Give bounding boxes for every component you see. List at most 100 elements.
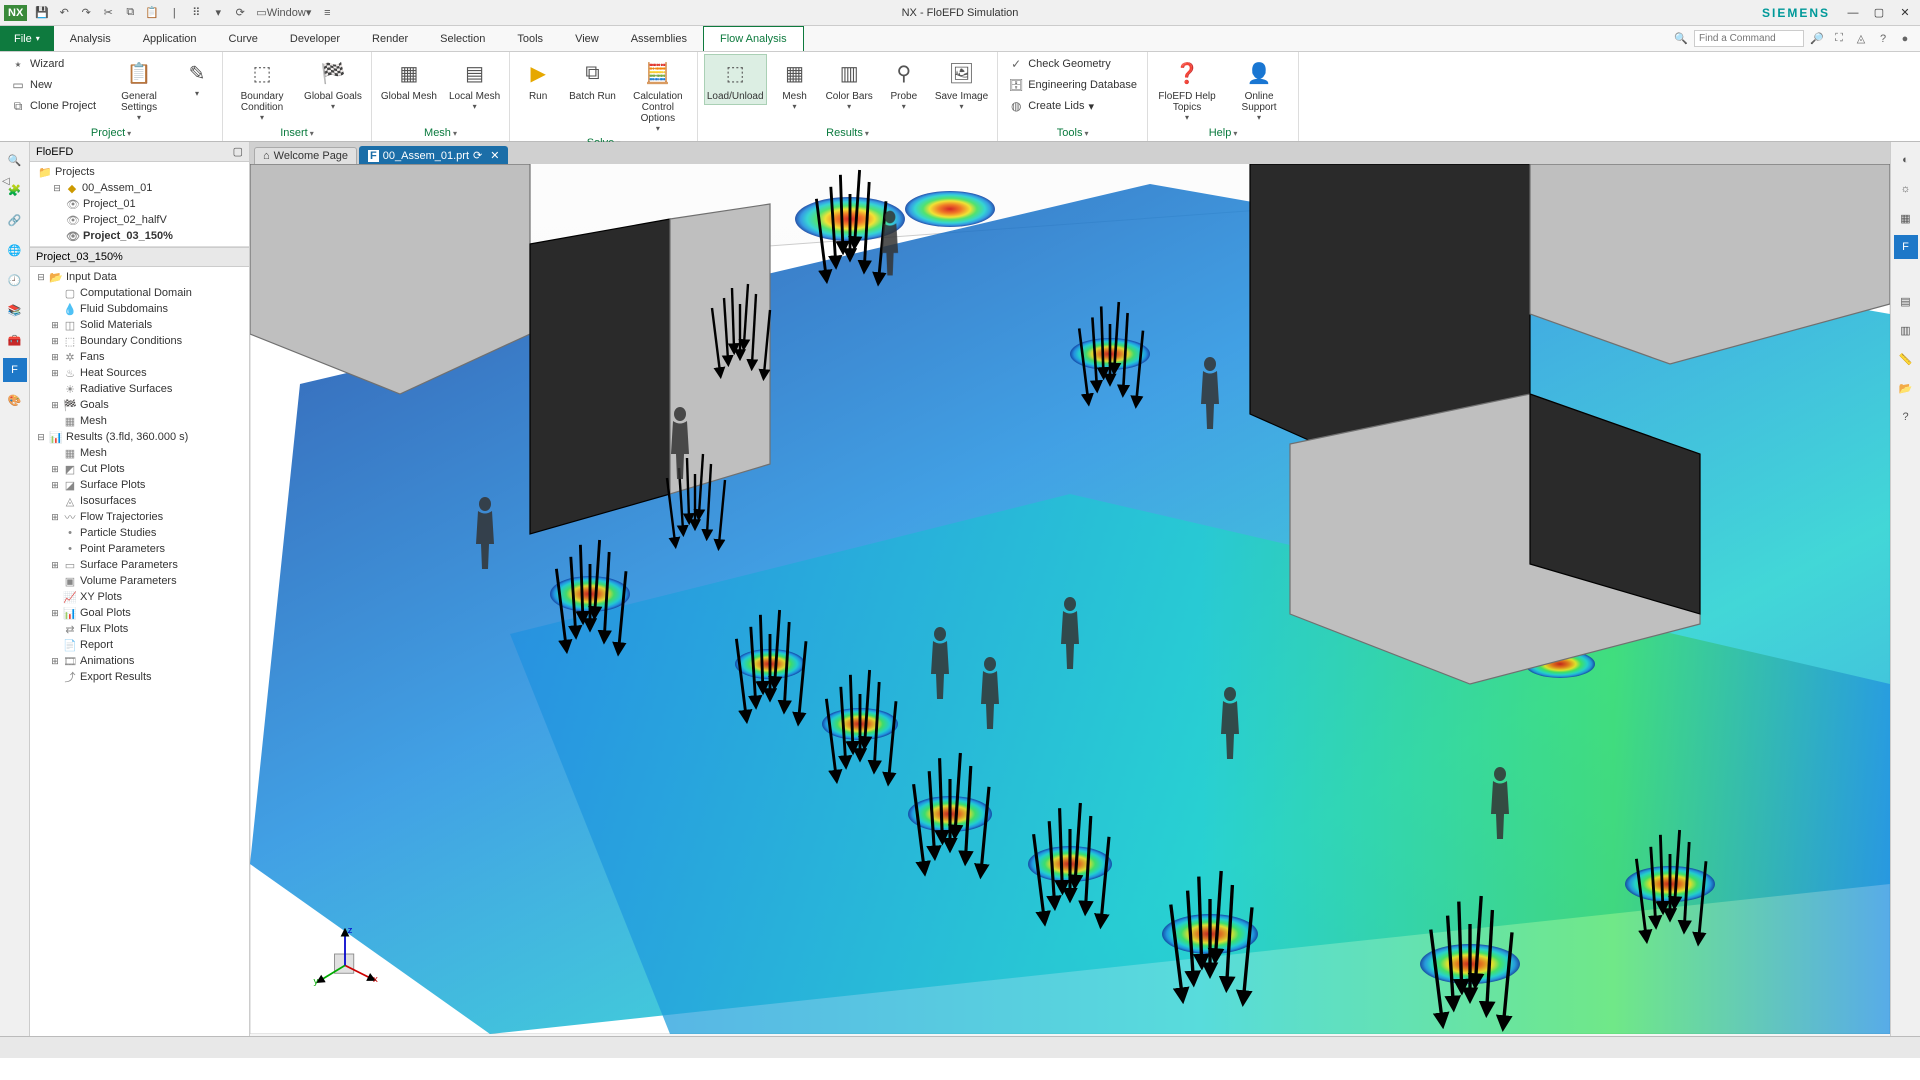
input-item[interactable]: ⊞✲Fans [48,349,247,365]
input-item[interactable]: ▦Mesh [48,413,247,429]
result-item[interactable]: ⊞📊Goal Plots [48,605,247,621]
batch-run-button[interactable]: ⧉Batch Run [566,54,619,105]
result-item[interactable]: •Particle Studies [48,525,247,541]
project-node-2[interactable]: 👁Project_02_halfV [64,212,245,228]
finder-icon[interactable]: 🔍 [3,148,27,172]
lighting-icon[interactable]: ☼ [1894,177,1918,201]
redo-icon[interactable]: ↷ [76,3,96,23]
result-item[interactable]: ⊞▭Surface Parameters [48,557,247,573]
general-settings-button[interactable]: 📋 General Settings▾ [106,54,172,125]
legend-icon[interactable]: ▤ [1894,289,1918,313]
input-item[interactable]: 💧Fluid Subdomains [48,301,247,317]
help-dropdown-icon[interactable]: ◬ [1852,30,1870,48]
result-item[interactable]: ⊞◩Cut Plots [48,461,247,477]
status-dot-icon[interactable]: ● [1896,30,1914,48]
minimize-icon[interactable]: — [1842,2,1864,24]
history-icon[interactable]: 🕘 [3,268,27,292]
paste-icon[interactable]: 📋 [142,3,162,23]
result-item[interactable]: ◬Isosurfaces [48,493,247,509]
pin-icon[interactable]: ▢ [233,145,243,158]
cut-icon[interactable]: ✂ [98,3,118,23]
tab-close-icon[interactable]: ✕ [490,149,499,162]
menu-flow-analysis[interactable]: Flow Analysis [703,26,804,51]
tab-welcome[interactable]: ⌂Welcome Page [254,147,357,164]
view-triad[interactable]: x y z [310,926,380,996]
close-icon[interactable]: ✕ [1894,2,1916,24]
result-item[interactable]: ⤴Export Results [48,669,247,685]
result-item[interactable]: ⊞◪Surface Plots [48,477,247,493]
input-item[interactable]: ⊞◫Solid Materials [48,317,247,333]
projects-root[interactable]: 📁Projects [36,164,245,180]
result-item[interactable]: ⊞〰Flow Trajectories [48,509,247,525]
input-item[interactable]: ⊞♨Heat Sources [48,365,247,381]
resource-bar-toggle-icon[interactable]: ◁ [2,176,10,187]
result-item[interactable]: •Point Parameters [48,541,247,557]
input-item[interactable]: ⊞🏁Goals [48,397,247,413]
open-folder-icon[interactable]: 📂 [1894,376,1918,400]
menu-application[interactable]: Application [127,26,213,51]
menu-file[interactable]: File ▾ [0,26,54,51]
run-button[interactable]: ▶Run [516,54,560,105]
copy-icon[interactable]: ⧉ [120,3,140,23]
global-mesh-button[interactable]: ▦Global Mesh [378,54,440,105]
eng-database-button[interactable]: 🗄Engineering Database [1004,75,1141,95]
assembly-node[interactable]: ⊟◆00_Assem_01 [50,180,245,196]
fullscreen-icon[interactable]: ⛶ [1830,30,1848,48]
reuse-icon[interactable]: 📚 [3,298,27,322]
tab-pin-icon[interactable]: ⟳ [473,149,482,162]
result-item[interactable]: 📈XY Plots [48,589,247,605]
repeat-icon[interactable]: ⟳ [230,3,250,23]
window-dropdown[interactable]: ▭ Window ▾ [252,3,315,23]
project-node-1[interactable]: 👁Project_01 [64,196,245,212]
menu-tools[interactable]: Tools [501,26,559,51]
touch-mode-icon[interactable]: ⠿ [186,3,206,23]
constraint-icon[interactable]: 🔗 [3,208,27,232]
menu-developer[interactable]: Developer [274,26,356,51]
context-help-icon[interactable]: ? [1894,405,1918,429]
help-icon[interactable]: ? [1874,30,1892,48]
command-search-input[interactable] [1694,30,1804,47]
result-item[interactable]: 📄Report [48,637,247,653]
new-button[interactable]: ▭New [6,75,100,95]
palette-icon[interactable]: 🎨 [3,388,27,412]
menu-selection[interactable]: Selection [424,26,501,51]
roles-icon[interactable]: 🧰 [3,328,27,352]
save-icon[interactable]: 💾 [32,3,52,23]
clone-project-button[interactable]: ⧉Clone Project [6,96,100,116]
input-data-node[interactable]: ⊟📂Input Data [34,269,247,285]
section-icon[interactable]: ▦ [1894,206,1918,230]
floefd-panel-icon[interactable]: F [3,358,27,382]
result-item[interactable]: ▦Mesh [48,445,247,461]
part-navigator-icon[interactable]: 🌐 [3,238,27,262]
result-item[interactable]: ▣Volume Parameters [48,573,247,589]
search-go-icon[interactable]: 🔎 [1808,30,1826,48]
input-item[interactable]: ☀Radiative Surfaces [48,381,247,397]
tab-active-doc[interactable]: F00_Assem_01.prt⟳✕ [359,146,508,164]
probe-button[interactable]: ⚲Probe▾ [882,54,926,114]
results-mesh-button[interactable]: ▦Mesh▾ [773,54,817,114]
local-mesh-button[interactable]: ▤Local Mesh▾ [446,54,503,114]
menu-render[interactable]: Render [356,26,424,51]
menu-curve[interactable]: Curve [213,26,274,51]
3d-viewport[interactable]: x y z [250,164,1890,1036]
result-item[interactable]: ⊞🎞Animations [48,653,247,669]
menu-assemblies[interactable]: Assemblies [615,26,703,51]
floefd-view-icon[interactable]: F [1894,235,1918,259]
input-item[interactable]: ⊞⬚Boundary Conditions [48,333,247,349]
save-image-button[interactable]: 🖼Save Image▾ [932,54,991,114]
undo-icon[interactable]: ↶ [54,3,74,23]
restore-icon[interactable]: ▢ [1868,2,1890,24]
boundary-condition-button[interactable]: ⬚ Boundary Condition▾ [229,54,295,125]
qat-overflow-icon[interactable]: ≡ [317,3,337,23]
calc-options-button[interactable]: 🧮Calculation Control Options▾ [625,54,691,136]
help-topics-button[interactable]: ❓FloEFD Help Topics▾ [1154,54,1220,125]
create-lids-button[interactable]: ◍Create Lids ▾ [1004,96,1141,116]
display-mode-icon[interactable]: ◐ [1894,148,1918,172]
global-goals-button[interactable]: 🏁 Global Goals▾ [301,54,365,114]
result-item[interactable]: ⇄Flux Plots [48,621,247,637]
project-overflow[interactable]: ✎▾ [178,54,216,101]
online-support-button[interactable]: 👤Online Support▾ [1226,54,1292,125]
project-node-3[interactable]: 👁Project_03_150% [64,228,245,244]
ruler-icon[interactable]: 📏 [1894,347,1918,371]
load-unload-button[interactable]: ⬚Load/Unload [704,54,767,105]
